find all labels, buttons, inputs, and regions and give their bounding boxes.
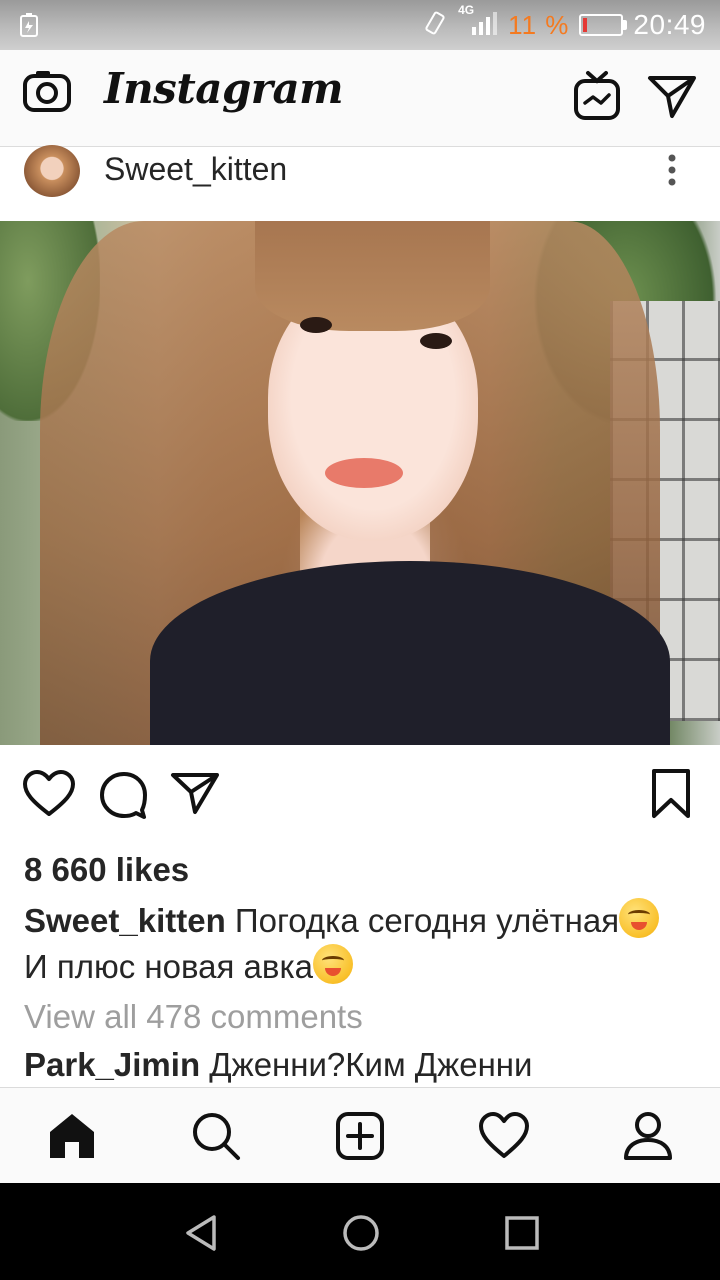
post-photo[interactable] [0, 221, 720, 745]
winking-tongue-emoji-icon [312, 944, 353, 984]
comment-icon[interactable] [98, 770, 148, 825]
igtv-icon[interactable] [572, 70, 622, 127]
search-icon[interactable] [190, 1110, 242, 1162]
battery-saver-icon [18, 12, 40, 43]
post-header: Sweet_kitten [0, 145, 720, 221]
status-right: 4G 11 % 20:49 [422, 3, 706, 42]
photo-shirt [150, 561, 670, 745]
comment-text: Дженни?Ким Дженни [200, 1046, 533, 1083]
android-nav-bar [0, 1183, 720, 1280]
new-post-icon[interactable] [334, 1110, 386, 1162]
vibrate-icon [422, 10, 448, 41]
battery-icon [579, 14, 628, 36]
battery-percent: 11 % [508, 9, 570, 40]
signal-icon: 4G [458, 3, 498, 42]
activity-heart-icon[interactable] [478, 1110, 530, 1162]
bookmark-icon[interactable] [650, 768, 692, 825]
home-icon[interactable] [46, 1110, 98, 1162]
home-circle-icon[interactable] [341, 1213, 381, 1258]
direct-message-icon[interactable] [646, 72, 698, 125]
photo-lips [325, 458, 403, 488]
comment-row: Park_Jimin Дженни?Ким Дженни [24, 1046, 714, 1086]
recents-icon[interactable] [502, 1213, 542, 1258]
post-username[interactable]: Sweet_kitten [104, 151, 287, 188]
app-header: Instagram [0, 50, 720, 147]
camera-icon[interactable] [22, 68, 72, 119]
smiling-emoji-icon [619, 898, 660, 938]
back-icon[interactable] [182, 1213, 222, 1258]
more-options-icon[interactable] [662, 153, 682, 192]
instagram-logo[interactable]: Instagram [104, 64, 344, 113]
photo-eye-left [300, 317, 332, 333]
caption-text-line1: Погодка сегодня улётная [225, 902, 620, 939]
clock: 20:49 [633, 9, 706, 40]
avatar[interactable] [24, 145, 80, 197]
comment-username[interactable]: Park_Jimin [24, 1046, 200, 1083]
profile-icon[interactable] [622, 1110, 674, 1162]
caption-username[interactable]: Sweet_kitten [24, 902, 226, 939]
network-type-label: 4G [458, 2, 475, 17]
status-bar: 4G 11 % 20:49 [0, 0, 720, 50]
post-caption: Sweet_kitten Погодка сегодня улётная И п… [24, 898, 714, 990]
share-icon[interactable] [170, 770, 220, 821]
caption-text-line2: И плюс новая авка [24, 948, 313, 985]
likes-count[interactable]: 8 660 likes [24, 851, 189, 889]
photo-bangs [255, 221, 490, 331]
photo-eye-right [420, 333, 452, 349]
view-all-comments-link[interactable]: View all 478 comments [24, 998, 363, 1036]
post-actions [0, 760, 720, 830]
bottom-tab-bar [0, 1087, 720, 1184]
like-heart-icon[interactable] [22, 770, 76, 823]
